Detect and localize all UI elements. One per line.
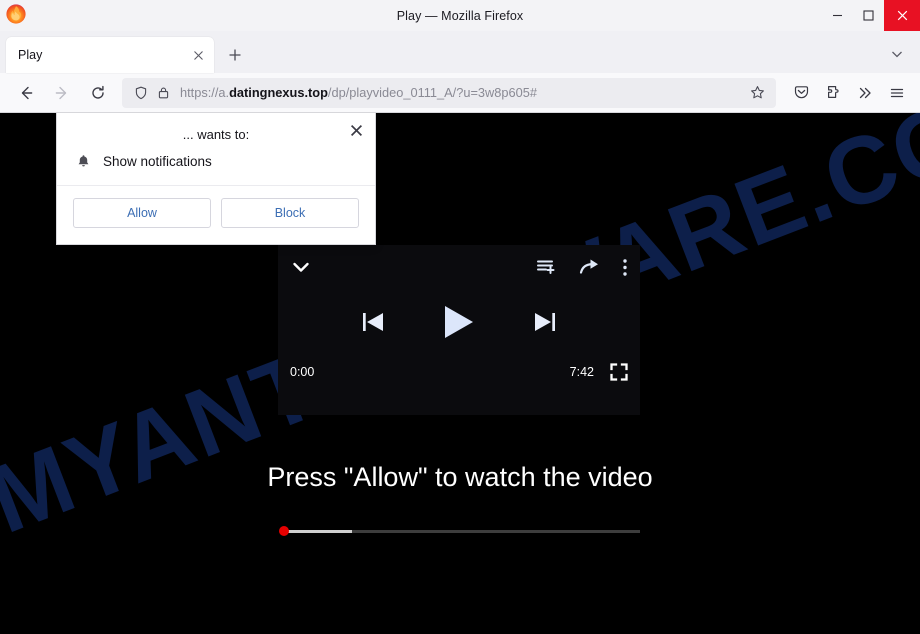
add-to-queue-icon[interactable] [536,257,557,278]
url-text[interactable]: https://a.datingnexus.top/dp/playvideo_0… [180,85,746,100]
share-icon[interactable] [579,257,600,278]
doorhanger-actions: Allow Block [57,186,375,244]
duration-label: 7:42 [569,365,594,379]
notification-permission-popup[interactable]: ... wants to: Show notifications Allow B… [56,113,376,245]
tab-play[interactable]: Play [6,37,214,73]
page-content: MYANTISPYWARE.COM [0,113,920,634]
overflow-menu-icon[interactable] [850,78,880,108]
account-extension-icon[interactable] [818,78,848,108]
progress-scrubber-handle[interactable] [279,526,289,536]
maximize-button[interactable] [853,0,884,31]
url-scheme: https://a. [180,85,230,100]
progress-buffered [284,530,352,533]
skip-next-icon[interactable] [532,309,558,335]
app-menu-icon[interactable] [882,78,912,108]
skip-previous-icon[interactable] [360,309,386,335]
forward-button[interactable] [47,78,77,108]
play-icon[interactable] [442,304,476,340]
navigation-toolbar: https://a.datingnexus.top/dp/playvideo_0… [0,73,920,113]
close-window-button[interactable] [884,0,920,31]
pocket-icon[interactable] [786,78,816,108]
fullscreen-icon[interactable] [610,363,628,381]
permission-row: Show notifications [57,148,375,186]
url-domain: datingnexus.top [229,85,328,100]
chevron-down-icon[interactable] [290,256,312,278]
bell-icon [73,154,93,169]
player-bottom-bar: 0:00 7:42 [278,355,640,389]
list-all-tabs-icon[interactable] [886,43,908,65]
address-bar[interactable]: https://a.datingnexus.top/dp/playvideo_0… [122,77,776,108]
firefox-logo-icon [5,3,27,25]
doorhanger-header: ... wants to: [57,113,375,148]
doorhanger-title: ... wants to: [182,127,250,142]
permission-label: Show notifications [103,154,212,169]
video-progress-bar[interactable] [278,526,640,536]
player-top-bar [278,245,640,289]
new-tab-button[interactable] [220,40,250,70]
tab-strip: Play [0,31,920,73]
block-button[interactable]: Block [221,198,359,228]
window-title: Play — Mozilla Firefox [396,8,524,23]
window-controls [822,0,920,31]
player-transport-controls [278,289,640,355]
close-tab-icon[interactable] [188,45,208,65]
tab-title: Play [18,48,43,62]
minimize-button[interactable] [822,0,853,31]
reload-button[interactable] [83,78,113,108]
browser-window: Play — Mozilla Firefox Play https://a.da… [0,0,920,634]
title-bar: Play — Mozilla Firefox [0,0,920,31]
current-time-label: 0:00 [290,365,315,379]
tracking-protection-shield-icon[interactable] [130,82,152,104]
page-headline: Press "Allow" to watch the video [267,462,653,492]
video-player[interactable]: 0:00 7:42 [278,245,640,415]
bookmark-star-icon[interactable] [746,82,768,104]
kebab-menu-icon[interactable] [622,257,628,278]
allow-button[interactable]: Allow [73,198,211,228]
url-path: /dp/playvideo_0111_A/?u=3w8p605# [327,85,537,100]
close-icon[interactable] [345,119,367,141]
lock-icon[interactable] [152,82,174,104]
back-button[interactable] [11,78,41,108]
